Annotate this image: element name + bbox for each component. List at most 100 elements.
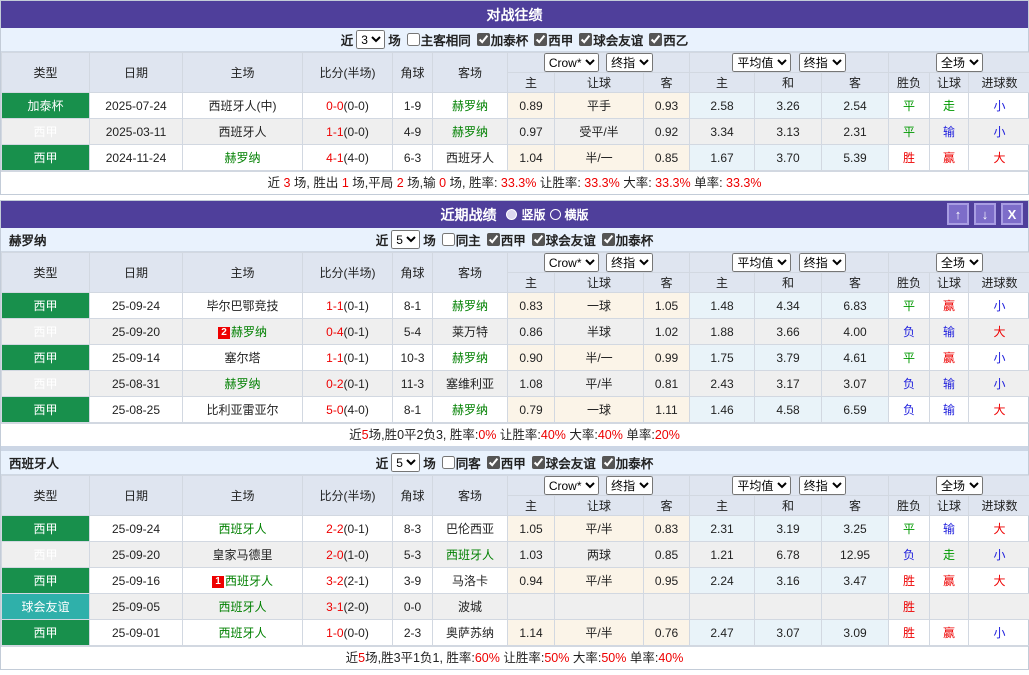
average-select[interactable]: 平均值 [732,253,791,272]
filter-option-3[interactable]: 加泰杯 [600,230,654,249]
filter-option-2[interactable]: 球会友谊 [530,453,596,472]
filter-option-0[interactable]: 主客相同 [405,30,471,49]
result-cell: 平 [889,93,930,119]
recent-games-suffix: 场 [388,30,401,49]
away-team-cell: 赫罗纳 [433,93,508,119]
average-select[interactable]: 平均值 [732,53,791,72]
recent-games-select[interactable]: 5 [391,230,420,249]
avg-odds-cell: 4.00 [822,319,889,345]
col-header-away: 客场 [433,53,508,93]
table-header-group-row: 类型 日期 主场 比分(半场) 角球 客场 Crow* 终指 平均值 终指 全场 [2,476,1029,496]
filter-option-1[interactable]: 西甲 [485,230,526,249]
home-team-cell: 毕尔巴鄂竞技 [183,293,303,319]
away-team-cell: 西班牙人 [433,542,508,568]
filter-checkbox[interactable] [532,233,545,246]
score-cell: 1-1(0-1) [303,345,393,371]
avg-odds-cell: 1.75 [690,345,755,371]
average-final-select[interactable]: 终指 [799,476,846,495]
half-time-score: (0-1) [344,299,369,313]
result-cell: 小 [969,345,1029,371]
odds-source-select[interactable]: Crow* [544,476,599,495]
filter-checkbox[interactable] [442,456,455,469]
col-header-odds-home: 主 [508,273,555,293]
filter-checkbox[interactable] [487,233,500,246]
col-header-odds-home: 主 [508,496,555,516]
filter-option-label: 同客 [456,453,481,472]
odds-cell: 1.05 [508,516,555,542]
filter-checkbox[interactable] [602,233,615,246]
close-button[interactable]: X [1001,203,1023,225]
result-cell: 赢 [930,145,969,171]
summary-segment: 50% [544,651,569,665]
average-final-select[interactable]: 终指 [799,253,846,272]
vertical-layout-radio[interactable] [506,209,517,220]
filter-option-3[interactable]: 加泰杯 [600,453,654,472]
avg-odds-cell: 4.34 [755,293,822,319]
filter-checkbox[interactable] [649,33,662,46]
odds-final-select[interactable]: 终指 [606,253,653,272]
filter-option-0[interactable]: 同主 [440,230,481,249]
home-team-cell: 塞尔塔 [183,345,303,371]
filter-option-2[interactable]: 球会友谊 [530,230,596,249]
full-time-score: 4-1 [326,151,343,165]
result-cell: 走 [930,93,969,119]
filter-option-2[interactable]: 西甲 [532,30,573,49]
summary-segment: 1 [342,176,349,190]
filter-option-4[interactable]: 西乙 [647,30,688,49]
recent-games-select[interactable]: 3 [356,30,385,49]
filter-option-1[interactable]: 西甲 [485,453,526,472]
away-team-cell: 赫罗纳 [433,293,508,319]
home-team-cell: 赫罗纳 [183,371,303,397]
col-header-odds-away: 客 [644,273,690,293]
filter-option-3[interactable]: 球会友谊 [577,30,643,49]
summary-segment: 40% [541,428,566,442]
filter-checkbox[interactable] [442,233,455,246]
odds-cell: 1.08 [508,371,555,397]
scope-select[interactable]: 全场 [936,253,983,272]
col-header-avg-home: 主 [690,496,755,516]
espanyol-section-label: 西班牙人 [9,453,59,472]
scope-select[interactable]: 全场 [936,53,983,72]
odds-cell: 0.85 [644,542,690,568]
score-cell: 3-2(2-1) [303,568,393,594]
vertical-layout-label[interactable]: 竖版 [521,206,545,223]
scope-select[interactable]: 全场 [936,476,983,495]
match-type-cell: 西甲 [2,371,90,397]
avg-odds-cell: 1.88 [690,319,755,345]
avg-odds-cell: 4.61 [822,345,889,371]
recent-games-select[interactable]: 5 [391,453,420,472]
move-up-button[interactable]: ↑ [947,203,969,225]
full-time-score: 3-2 [326,574,343,588]
result-cell: 赢 [930,345,969,371]
odds-source-select[interactable]: Crow* [544,53,599,72]
filter-option-0[interactable]: 同客 [440,453,481,472]
match-type-cell: 西甲 [2,319,90,345]
horizontal-layout-label[interactable]: 横版 [565,206,589,223]
away-team-cell: 波城 [433,594,508,620]
col-header-avg-away: 客 [822,73,889,93]
result-group-header: 全场 [889,253,1029,273]
filter-checkbox[interactable] [532,456,545,469]
horizontal-layout-radio[interactable] [550,209,561,220]
filter-checkbox[interactable] [477,33,490,46]
odds-final-select[interactable]: 终指 [606,476,653,495]
filter-option-1[interactable]: 加泰杯 [475,30,529,49]
half-time-score: (0-0) [344,99,369,113]
result-cell: 小 [969,542,1029,568]
move-down-button[interactable]: ↓ [974,203,996,225]
avg-odds-cell: 1.48 [690,293,755,319]
filter-checkbox[interactable] [407,33,420,46]
odds-final-select[interactable]: 终指 [606,53,653,72]
filter-checkbox[interactable] [534,33,547,46]
average-final-select[interactable]: 终指 [799,53,846,72]
avg-odds-cell: 3.07 [822,371,889,397]
filter-checkbox[interactable] [487,456,500,469]
match-type-cell: 西甲 [2,397,90,423]
arrow-down-icon: ↓ [982,207,989,222]
avg-odds-cell: 6.59 [822,397,889,423]
odds-source-select[interactable]: Crow* [544,253,599,272]
filter-checkbox[interactable] [602,456,615,469]
average-select[interactable]: 平均值 [732,476,791,495]
filter-checkbox[interactable] [579,33,592,46]
col-header-result-handicap: 让球 [930,273,969,293]
